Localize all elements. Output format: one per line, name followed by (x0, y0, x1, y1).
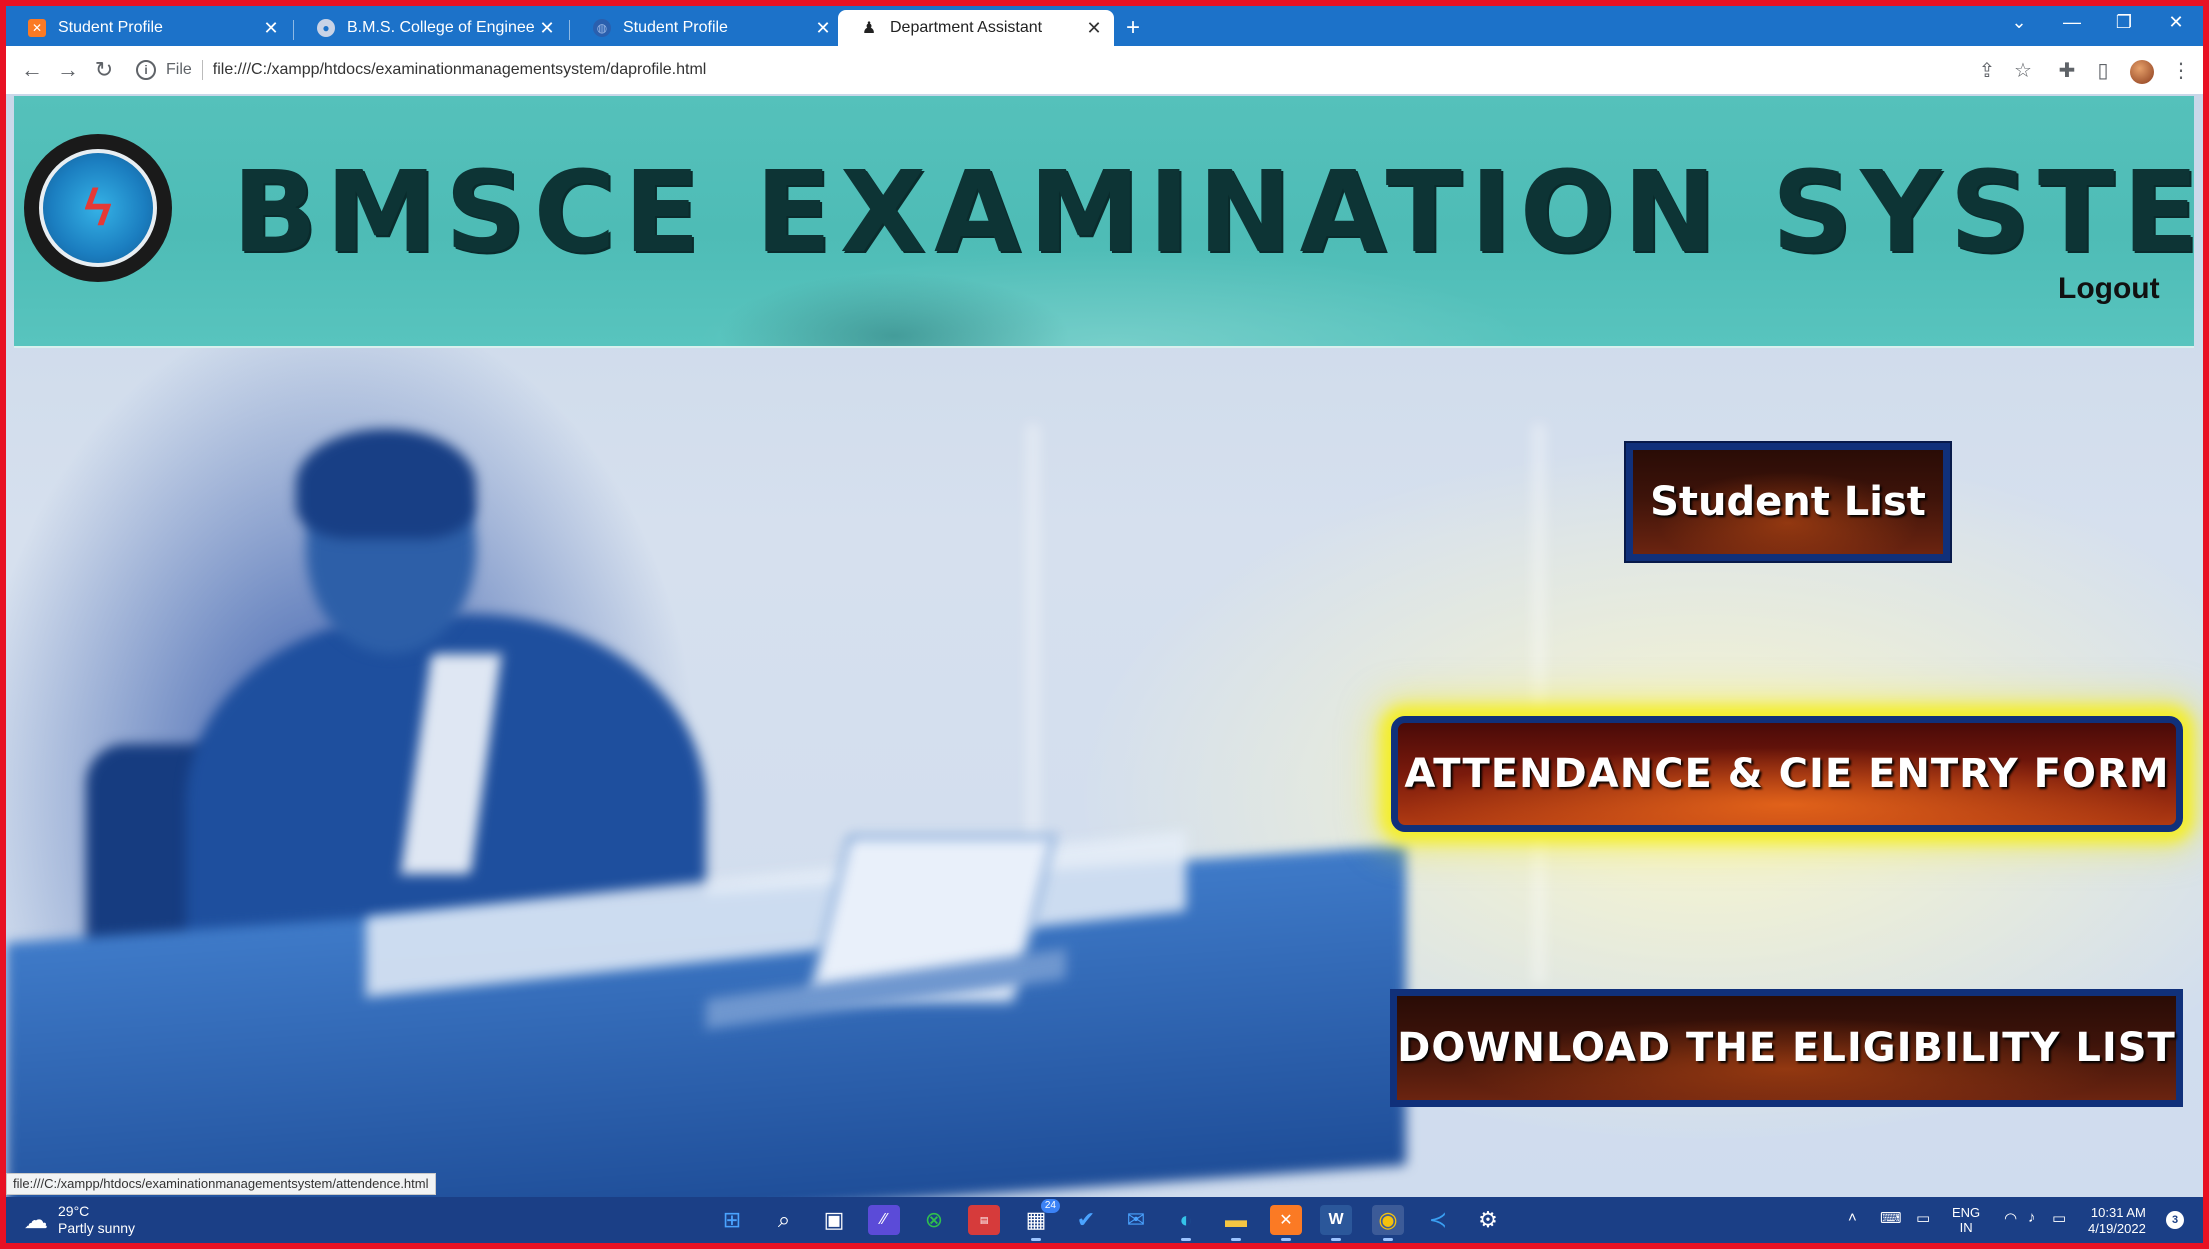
language-indicator[interactable]: ENG IN (1952, 1205, 1980, 1235)
mail-icon[interactable]: ✉ (1120, 1205, 1152, 1235)
restore-icon[interactable]: ❐ (2104, 12, 2144, 33)
extensions-icon[interactable]: ✚ (2052, 58, 2082, 83)
vscode-icon[interactable]: ≺ (1422, 1205, 1454, 1235)
tab-student-profile-2[interactable]: ◍ Student Profile ✕ (571, 10, 843, 46)
new-tab-button[interactable]: + (1126, 16, 1140, 40)
volume-icon[interactable]: ♪ (2028, 1209, 2036, 1226)
lang-region: IN (1959, 1220, 1973, 1235)
tab-title: Department Assistant (890, 19, 1043, 36)
college-logo: ϟ (24, 134, 172, 282)
todo-icon[interactable]: ✔ (1070, 1205, 1102, 1235)
page-title: BMSCE EXAMINATION SYSTEM (232, 148, 2203, 278)
tab-strip: ✕ Student Profile ✕ ● B.M.S. College of … (6, 6, 2203, 46)
typing-app-icon[interactable]: ▤ (968, 1205, 1000, 1235)
close-icon[interactable]: ✕ (259, 18, 283, 39)
wifi-icon[interactable]: ◠ (2004, 1209, 2017, 1227)
tab-department-assistant[interactable]: ♟ Department Assistant ✕ (838, 10, 1114, 46)
tab-student-profile-1[interactable]: ✕ Student Profile ✕ (6, 10, 291, 46)
close-icon[interactable]: ✕ (1082, 18, 1106, 39)
side-panel-icon[interactable]: ▯ (2088, 58, 2118, 83)
download-eligibility-button[interactable]: DOWNLOAD THE ELIGIBILITY LIST (1390, 989, 2183, 1107)
close-icon[interactable]: ✕ (535, 18, 559, 39)
minimize-icon[interactable]: — (2052, 12, 2092, 33)
browser-toolbar: ← → ↻ i File file:///C:/xampp/htdocs/exa… (6, 46, 2203, 94)
status-url-bubble: file:///C:/xampp/htdocs/examinationmanag… (6, 1173, 436, 1195)
notification-badge[interactable]: 3 (2166, 1211, 2184, 1229)
file-explorer-icon[interactable]: ▬ (1220, 1205, 1252, 1241)
attendance-cie-entry-button[interactable]: ATTENDANCE & CIE ENTRY FORM (1391, 716, 2183, 832)
tab-search-icon[interactable]: ⌄ (1999, 12, 2039, 33)
taskbar: ☁ 29°C Partly sunny ⊞ ⌕ ▣ ⁄⁄ ⊗ ▤ ▦ 24 ✔ ✉… (6, 1197, 2203, 1243)
window-close-icon[interactable]: ✕ (2156, 12, 2196, 33)
tab-bms-college[interactable]: ● B.M.S. College of Engineering, Be ✕ (295, 10, 567, 46)
tablet-icon[interactable]: ▭ (1916, 1209, 1930, 1227)
battery-icon[interactable]: ▭ (2052, 1209, 2066, 1227)
lang-code: ENG (1952, 1205, 1981, 1220)
browser-window: ✕ Student Profile ✕ ● B.M.S. College of … (6, 6, 2203, 1243)
college-icon: ● (317, 19, 335, 37)
url-scheme: File (166, 61, 192, 78)
student-list-button[interactable]: Student List (1626, 443, 1950, 561)
weather-temp: 29°C (58, 1203, 90, 1219)
menu-icon[interactable]: ⋮ (2166, 58, 2196, 83)
tab-separator (293, 20, 294, 40)
word-icon[interactable]: W (1320, 1205, 1352, 1241)
tab-title: Student Profile (623, 19, 728, 36)
logout-link[interactable]: Logout (2058, 272, 2160, 306)
page-content: ϟ BMSCE EXAMINATION SYSTEM Logout Studen… (6, 94, 2203, 1197)
url-text[interactable]: file:///C:/xampp/htdocs/examinationmanag… (213, 61, 707, 79)
avatar[interactable] (2130, 60, 2154, 84)
cloud-sun-icon: ☁ (24, 1206, 48, 1234)
lightning-icon: ϟ (84, 179, 112, 237)
task-view-icon[interactable]: ▣ (818, 1205, 850, 1235)
mail-badge: 24 (1040, 1199, 1060, 1213)
weather-desc: Partly sunny (58, 1220, 136, 1236)
globe-icon: ◍ (593, 19, 611, 37)
person-icon: ♟ (861, 20, 877, 37)
xampp-icon: ✕ (28, 19, 46, 37)
star-icon[interactable]: ☆ (2008, 58, 2038, 83)
chrome-icon[interactable]: ◉ (1372, 1205, 1404, 1241)
clock-time: 10:31 AM (2090, 1205, 2146, 1220)
xbox-icon[interactable]: ⊗ (918, 1205, 950, 1235)
tab-separator (569, 20, 570, 40)
clock-date: 4/19/2022 (2088, 1221, 2146, 1236)
edge-icon[interactable]: ◐ (1170, 1205, 1202, 1241)
tab-title: Student Profile (58, 19, 163, 36)
logo-emblem: ϟ (39, 149, 157, 267)
forward-icon[interactable]: → (50, 57, 86, 83)
keyboard-icon[interactable]: ⌨ (1880, 1209, 1902, 1227)
tab-title: B.M.S. College of Engineering, Be (347, 19, 535, 36)
search-icon[interactable]: ⌕ (768, 1205, 800, 1235)
xampp-icon[interactable]: ✕ (1270, 1205, 1302, 1241)
address-bar[interactable]: i File file:///C:/xampp/htdocs/examinati… (136, 46, 706, 94)
widgets-icon[interactable]: ▦ 24 (1020, 1199, 1060, 1241)
header-banner: ϟ BMSCE EXAMINATION SYSTEM Logout (14, 96, 2203, 348)
app-icon[interactable]: ⁄⁄ (868, 1205, 900, 1235)
back-icon[interactable]: ← (14, 57, 50, 83)
divider (201, 60, 203, 80)
info-icon[interactable]: i (136, 60, 156, 80)
start-icon[interactable]: ⊞ (716, 1205, 748, 1235)
share-icon[interactable]: ⇪ (1972, 58, 2002, 83)
settings-gear-icon[interactable]: ⚙ (1472, 1205, 1504, 1235)
reload-icon[interactable]: ↻ (86, 57, 122, 83)
system-clock[interactable]: 10:31 AM 4/19/2022 (2088, 1205, 2146, 1237)
background-hair (296, 429, 476, 539)
chevron-up-icon[interactable]: ˄ (1848, 1209, 1857, 1226)
weather-widget[interactable]: ☁ 29°C Partly sunny (24, 1203, 135, 1237)
close-icon[interactable]: ✕ (811, 18, 835, 39)
